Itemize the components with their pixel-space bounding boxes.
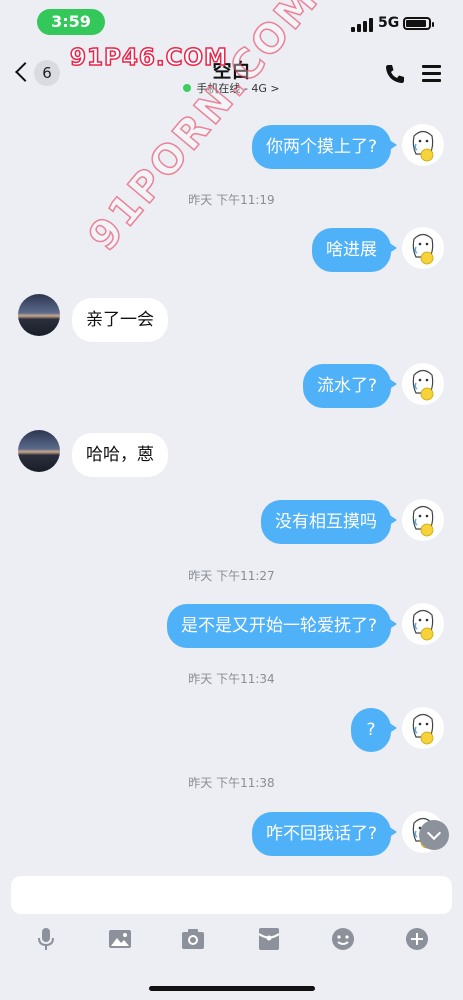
- timestamp: 昨天 下午11:19: [188, 193, 275, 207]
- message-bubble[interactable]: ?: [351, 708, 397, 752]
- timestamp: 昨天 下午11:34: [188, 672, 275, 686]
- contact-avatar[interactable]: [18, 294, 60, 336]
- emoji-icon[interactable]: [330, 926, 356, 952]
- message-bubble[interactable]: 你两个摸上了?: [251, 125, 398, 169]
- phone-icon[interactable]: [383, 62, 407, 86]
- cartoon-avatar-icon: [412, 369, 434, 401]
- my-avatar[interactable]: [402, 707, 444, 749]
- image-icon[interactable]: [107, 926, 133, 952]
- red-packet-icon[interactable]: [256, 926, 282, 952]
- my-avatar[interactable]: [402, 363, 444, 405]
- timestamp: 昨天 下午11:38: [188, 776, 275, 790]
- menu-icon[interactable]: [421, 64, 443, 84]
- scroll-to-bottom-button[interactable]: [419, 820, 449, 850]
- message-bubble[interactable]: 咋不回我话了?: [251, 812, 398, 856]
- message-bubble[interactable]: 是不是又开始一轮爱抚了?: [166, 604, 398, 648]
- cartoon-avatar-icon: [412, 713, 434, 745]
- home-indicator[interactable]: [149, 986, 315, 991]
- message-bubble[interactable]: 亲了一会: [72, 298, 168, 342]
- network-label: 5G: [378, 15, 400, 31]
- cartoon-avatar-icon: [412, 233, 434, 265]
- camera-icon[interactable]: [180, 926, 206, 952]
- signal-icon: [351, 18, 373, 32]
- online-chevron: >: [270, 82, 280, 95]
- microphone-icon[interactable]: [33, 926, 59, 952]
- message-bubble[interactable]: 哈哈，蒽: [72, 433, 168, 477]
- message-bubble[interactable]: 啥进展: [312, 228, 397, 272]
- watermark-top: 91P46.COM: [69, 44, 228, 72]
- cartoon-avatar-icon: [412, 505, 434, 537]
- my-avatar[interactable]: [402, 227, 444, 269]
- my-avatar[interactable]: [402, 124, 444, 166]
- timestamp: 昨天 下午11:27: [188, 569, 275, 583]
- my-avatar[interactable]: [402, 603, 444, 645]
- battery-icon: [403, 17, 434, 30]
- cartoon-avatar-icon: [412, 130, 434, 162]
- cartoon-avatar-icon: [412, 609, 434, 641]
- message-input[interactable]: [11, 876, 452, 914]
- online-dot-icon: [183, 84, 192, 92]
- my-avatar[interactable]: [402, 499, 444, 541]
- message-bubble[interactable]: 没有相互摸吗: [261, 500, 397, 544]
- status-bar: 3:59 5G: [0, 0, 463, 44]
- contact-avatar[interactable]: [18, 430, 60, 472]
- plus-icon[interactable]: [404, 926, 430, 952]
- status-time[interactable]: 3:59: [37, 9, 105, 35]
- message-bubble[interactable]: 流水了?: [302, 364, 398, 408]
